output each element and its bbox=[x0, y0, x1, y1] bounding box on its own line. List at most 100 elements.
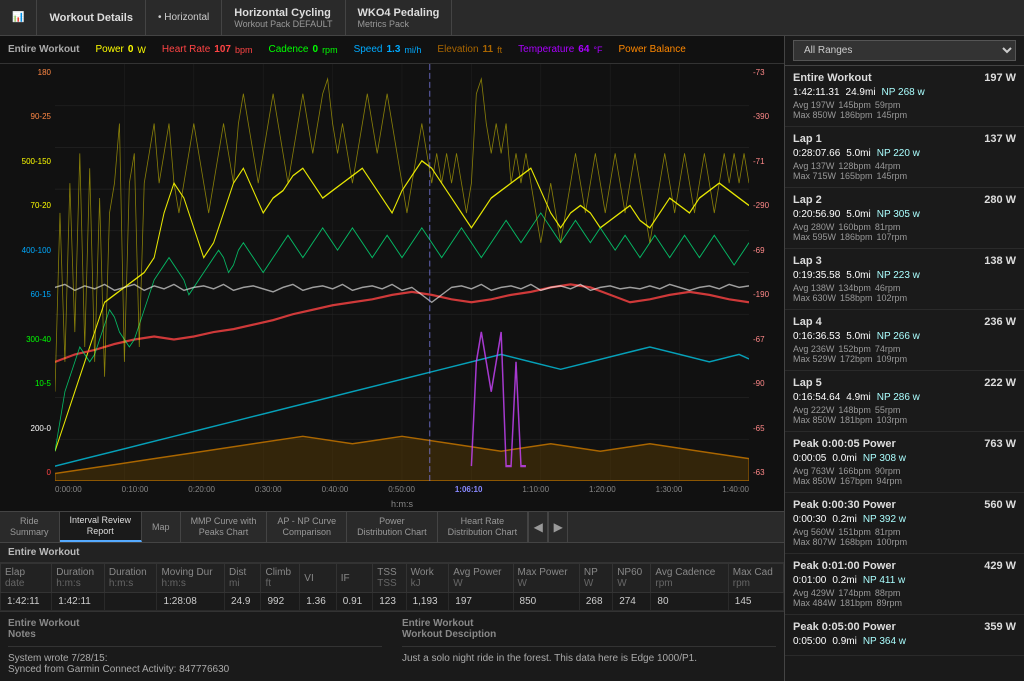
lap1-time: 0:28:07.66 bbox=[793, 148, 840, 159]
y-axis-left: 180 90-25 500-150 70-20 400-100 60-15 30… bbox=[0, 64, 55, 481]
lap2-dist: 5.0mi bbox=[846, 209, 870, 220]
metrics-pack-label: Metrics Pack bbox=[358, 19, 440, 29]
chart-icon-button[interactable]: 📊 bbox=[8, 0, 37, 35]
cell-max-power: 850 bbox=[513, 593, 579, 611]
speed-metric: Speed 1.3 mi/h bbox=[354, 44, 422, 55]
cell-moving-dur: 1:28:08 bbox=[157, 593, 225, 611]
peak1m-np: NP 411 w bbox=[863, 575, 905, 586]
peak30s-watts: 560 W bbox=[984, 499, 1016, 511]
peak5s-dist: 0.0mi bbox=[832, 453, 856, 464]
metrics-bar: Entire Workout Power 0 W Heart Rate 107 … bbox=[0, 36, 784, 64]
peak5s-watts: 763 W bbox=[984, 438, 1016, 450]
workout-details-section: Workout Details bbox=[37, 0, 146, 35]
tab-ride-summary[interactable]: RideSummary bbox=[0, 512, 60, 542]
lap5-max-stats: Max 850W181bpm103rpm bbox=[793, 415, 1016, 425]
col-tss: TSSTSS bbox=[373, 564, 406, 593]
lap-3-section: Lap 3 138 W 0:19:35.58 5.0mi NP 223 w Av… bbox=[785, 249, 1024, 310]
peak1m-max-stats: Max 484W181bpm89rpm bbox=[793, 598, 1016, 608]
col-moving-dur: Moving Durh:m:s bbox=[157, 564, 225, 593]
lap4-title: Lap 4 bbox=[793, 316, 822, 328]
lap2-np: NP 305 w bbox=[877, 209, 920, 220]
lap1-dist: 5.0mi bbox=[846, 148, 870, 159]
lap3-dist: 5.0mi bbox=[846, 270, 870, 281]
horizontal-section[interactable]: • Horizontal bbox=[146, 0, 222, 35]
tab-mmp-curve[interactable]: MMP Curve withPeaks Chart bbox=[181, 512, 268, 542]
x-axis: 0:00:00 0:10:00 0:20:00 0:30:00 0:40:00 … bbox=[55, 481, 749, 511]
peak5s-np: NP 308 w bbox=[863, 453, 906, 464]
temp-metric: Temperature 64 °F bbox=[518, 44, 602, 55]
entire-workout-watts: 197 W bbox=[984, 72, 1016, 84]
notes-title-1: Entire WorkoutNotes bbox=[8, 618, 382, 640]
peak1m-avg-stats: Avg 429W174bpm88rpm bbox=[793, 588, 1016, 598]
peak1m-dist: 0.2mi bbox=[832, 575, 856, 586]
col-np60: NP60W bbox=[613, 564, 651, 593]
peak5m-title: Peak 0:05:00 Power bbox=[793, 621, 896, 633]
peak30s-np: NP 392 w bbox=[863, 514, 906, 525]
lap3-avg-stats: Avg 138W134bpm46rpm bbox=[793, 283, 1016, 293]
y-axis-right: -73 -390 -71 -290 -69 -190 -67 -90 -65 -… bbox=[749, 64, 784, 481]
cell-max-cad: 145 bbox=[728, 593, 783, 611]
right-header: All Ranges Lap 1 Lap 2 Lap 3 Lap 4 Lap 5 bbox=[785, 36, 1024, 66]
right-content[interactable]: Entire Workout 197 W 1:42:11.31 24.9mi N… bbox=[785, 66, 1024, 681]
peak5m-time: 0:05:00 bbox=[793, 636, 826, 647]
lap4-np: NP 266 w bbox=[877, 331, 920, 342]
entire-workout-section-header: Entire Workout bbox=[0, 543, 784, 563]
col-duration: Durationh:m:s bbox=[52, 564, 105, 593]
lap4-avg-stats: Avg 236W152bpm74rpm bbox=[793, 344, 1016, 354]
left-panel: Entire Workout Power 0 W Heart Rate 107 … bbox=[0, 36, 784, 681]
tab-hr-dist[interactable]: Heart RateDistribution Chart bbox=[438, 512, 529, 542]
lap2-title: Lap 2 bbox=[793, 194, 822, 206]
cell-tss: 123 bbox=[373, 593, 406, 611]
workout-details-label[interactable]: Workout Details bbox=[49, 12, 133, 24]
lap5-avg-stats: Avg 222W148bpm55rpm bbox=[793, 405, 1016, 415]
peak5m-dist: 0.9mi bbox=[832, 636, 856, 647]
tab-next-btn[interactable]: ▶ bbox=[548, 512, 568, 542]
lap2-avg-stats: Avg 280W160bpm81rpm bbox=[793, 222, 1016, 232]
note1-label: System wrote 7/28/15: bbox=[8, 653, 382, 664]
entire-workout-summary: Entire Workout 197 W 1:42:11.31 24.9mi N… bbox=[785, 66, 1024, 127]
power-metric: Power 0 W bbox=[95, 44, 145, 55]
col-duration2: Durationh:m:s bbox=[104, 564, 157, 593]
metrics-entire-workout-label: Entire Workout bbox=[8, 44, 79, 55]
lap1-title: Lap 1 bbox=[793, 133, 822, 145]
peak-30s-section: Peak 0:00:30 Power 560 W 0:00:30 0.2mi N… bbox=[785, 493, 1024, 554]
lap-1-section: Lap 1 137 W 0:28:07.66 5.0mi NP 220 w Av… bbox=[785, 127, 1024, 188]
x-axis-unit: h:m:s bbox=[391, 499, 413, 509]
lap1-watts: 137 W bbox=[984, 133, 1016, 145]
lap5-np: NP 286 w bbox=[877, 392, 920, 403]
lap2-watts: 280 W bbox=[984, 194, 1016, 206]
chart-area[interactable]: 180 90-25 500-150 70-20 400-100 60-15 30… bbox=[0, 64, 784, 511]
elevation-metric: Elevation 11 ft bbox=[437, 44, 502, 55]
tab-ap-np[interactable]: AP - NP CurveComparison bbox=[267, 512, 347, 542]
lap3-time: 0:19:35.58 bbox=[793, 270, 840, 281]
peak30s-max-stats: Max 807W168bpm100rpm bbox=[793, 537, 1016, 547]
tab-power-dist[interactable]: PowerDistribution Chart bbox=[347, 512, 438, 542]
lap4-watts: 236 W bbox=[984, 316, 1016, 328]
lap5-time: 0:16:54.64 bbox=[793, 392, 840, 403]
peak30s-dist: 0.2mi bbox=[832, 514, 856, 525]
lap1-max-stats: Max 715W165bpm145rpm bbox=[793, 171, 1016, 181]
lap2-max-stats: Max 595W186bpm107rpm bbox=[793, 232, 1016, 242]
cell-avg-cadence: 80 bbox=[651, 593, 728, 611]
lap3-max-stats: Max 630W158bpm102rpm bbox=[793, 293, 1016, 303]
wko4-section: WKO4 Pedaling Metrics Pack bbox=[346, 0, 453, 35]
peak-1m-section: Peak 0:01:00 Power 429 W 0:01:00 0.2mi N… bbox=[785, 554, 1024, 615]
col-avg-cadence: Avg Cadencerpm bbox=[651, 564, 728, 593]
lap3-np: NP 223 w bbox=[877, 270, 920, 281]
peak-5s-section: Peak 0:00:05 Power 763 W 0:00:05 0.0mi N… bbox=[785, 432, 1024, 493]
lap4-time: 0:16:36.53 bbox=[793, 331, 840, 342]
tab-prev-btn[interactable]: ◀ bbox=[528, 512, 548, 542]
col-max-power: Max PowerW bbox=[513, 564, 579, 593]
range-dropdown[interactable]: All Ranges Lap 1 Lap 2 Lap 3 Lap 4 Lap 5 bbox=[793, 40, 1016, 61]
lap-4-section: Lap 4 236 W 0:16:36.53 5.0mi NP 266 w Av… bbox=[785, 310, 1024, 371]
entire-max-stats: Max 850W186bpm145rpm bbox=[793, 110, 1016, 120]
cell-duration2 bbox=[104, 593, 157, 611]
tab-interval-review[interactable]: Interval ReviewReport bbox=[60, 512, 143, 542]
col-climb: Climbft bbox=[261, 564, 300, 593]
note1-text: Synced from Garmin Connect Activity: 847… bbox=[8, 664, 382, 675]
tab-map[interactable]: Map bbox=[142, 512, 181, 542]
peak30s-time: 0:00:30 bbox=[793, 514, 826, 525]
col-avg-power: Avg PowerW bbox=[449, 564, 513, 593]
lap2-time: 0:20:56.90 bbox=[793, 209, 840, 220]
cell-avg-power: 197 bbox=[449, 593, 513, 611]
